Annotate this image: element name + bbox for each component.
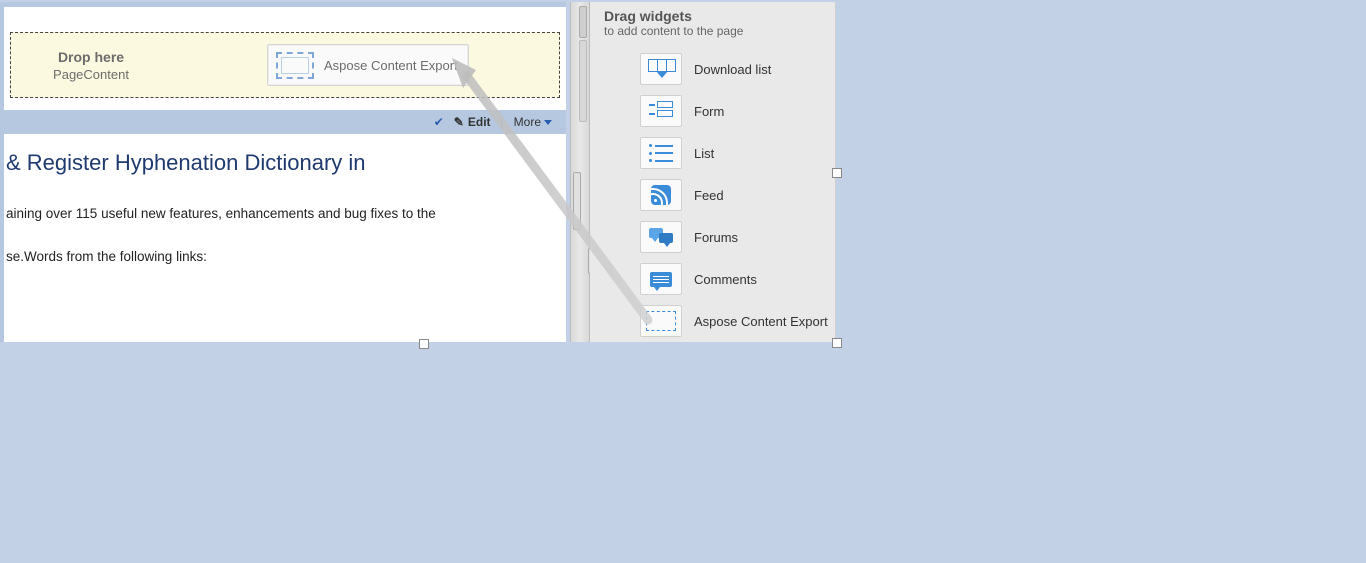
scrollbar-track-icon (579, 6, 587, 38)
toolbar-divider: | (501, 115, 504, 129)
widget-item-aspose-content-export[interactable]: Aspose Content Export (640, 300, 831, 342)
check-icon[interactable]: ✔ (434, 115, 444, 129)
form-icon (640, 95, 682, 127)
resize-handle-right-bottom[interactable] (832, 338, 842, 348)
aspose-export-icon (276, 52, 314, 79)
download-list-icon (640, 53, 682, 85)
content-toolbar: ✔ ✎ Edit | More (4, 110, 566, 134)
widget-item-label: Comments (694, 272, 757, 287)
feed-icon (640, 179, 682, 211)
drop-zone-subtitle: PageContent (11, 67, 171, 82)
drop-zone-title: Drop here (11, 49, 171, 65)
widget-item-label: Forums (694, 230, 738, 245)
splitter-collapse-left[interactable] (573, 172, 581, 230)
widget-item-feed[interactable]: Feed (640, 174, 831, 216)
edit-button[interactable]: ✎ Edit (454, 115, 491, 129)
widget-item-form[interactable]: Form (640, 90, 831, 132)
resize-handle-bottom[interactable] (419, 339, 429, 349)
widget-list: Download list Form List (590, 42, 835, 342)
aspose-export-icon (640, 305, 682, 337)
widget-item-list[interactable]: List (640, 132, 831, 174)
widget-item-label: Form (694, 104, 724, 119)
widget-item-comments[interactable]: Comments (640, 258, 831, 300)
edit-label: Edit (468, 115, 491, 129)
article-line-1: aining over 115 useful new features, enh… (6, 206, 558, 221)
widget-palette: Drag widgets to add content to the page … (590, 2, 836, 342)
vertical-splitter[interactable] (570, 2, 590, 342)
chevron-down-icon (544, 120, 552, 125)
widget-palette-subtitle: to add content to the page (604, 24, 825, 38)
widget-item-download-list[interactable]: Download list (640, 48, 831, 90)
widget-palette-title: Drag widgets (604, 8, 825, 24)
widget-palette-header: Drag widgets to add content to the page (590, 2, 835, 42)
widget-item-label: Download list (694, 62, 771, 77)
forums-icon (640, 221, 682, 253)
widget-item-label: List (694, 146, 714, 161)
article-line-2: se.Words from the following links: (6, 249, 558, 264)
dragged-widget-label: Aspose Content Export (324, 58, 458, 73)
more-label: More (514, 115, 541, 129)
comments-icon (640, 263, 682, 295)
widget-item-label: Aspose Content Export (694, 314, 828, 329)
scrollbar-thumb-icon[interactable] (579, 40, 587, 122)
pencil-icon: ✎ (454, 115, 464, 129)
resize-handle-right-mid[interactable] (832, 168, 842, 178)
article-title: & Register Hyphenation Dictionary in (6, 148, 558, 178)
widget-item-label: Feed (694, 188, 724, 203)
drop-zone-label: Drop here PageContent (11, 49, 171, 82)
more-dropdown[interactable]: More (514, 115, 552, 129)
dragged-widget-chip[interactable]: Aspose Content Export (267, 44, 469, 86)
article-content: & Register Hyphenation Dictionary in ain… (4, 134, 566, 342)
list-icon (640, 137, 682, 169)
drop-zone[interactable]: Drop here PageContent Aspose Content Exp… (10, 32, 560, 98)
widget-item-forums[interactable]: Forums (640, 216, 831, 258)
article-body: aining over 115 useful new features, enh… (6, 206, 558, 264)
content-editor-panel: Drop here PageContent Aspose Content Exp… (0, 2, 566, 342)
